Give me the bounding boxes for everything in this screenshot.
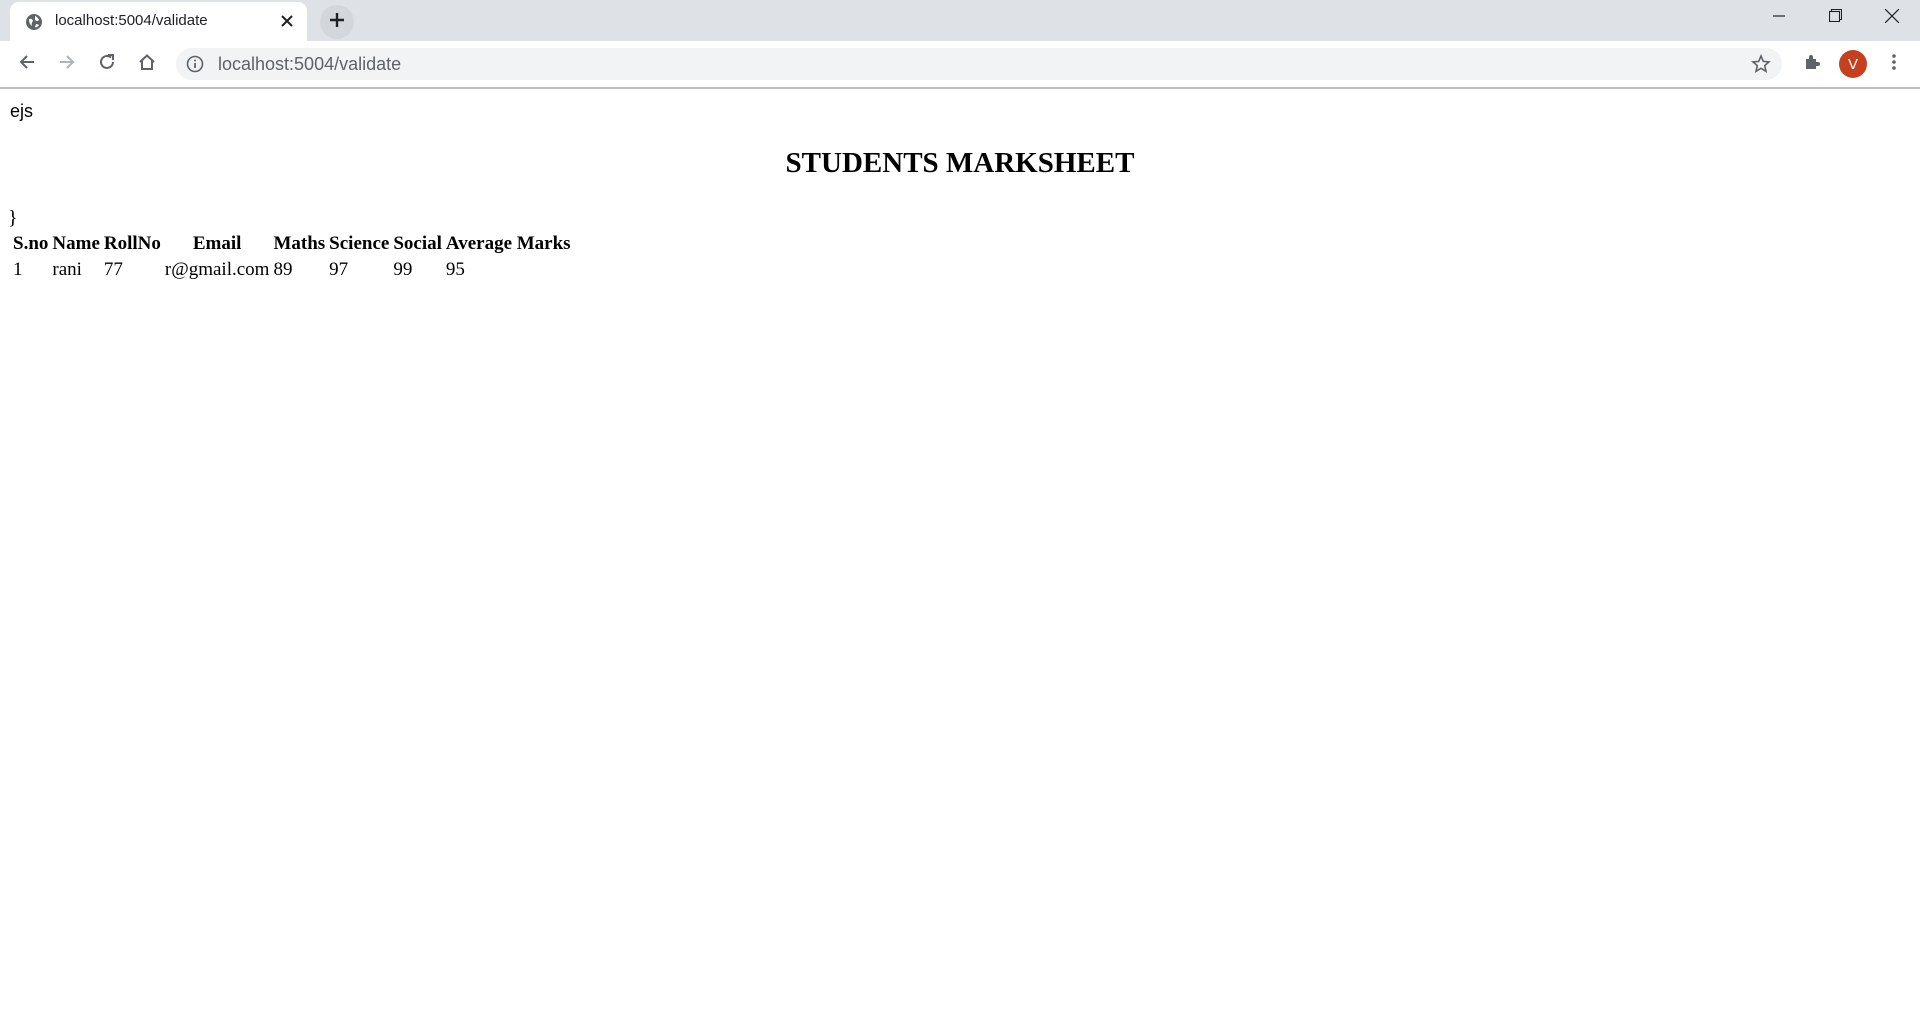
restore-icon (1828, 8, 1843, 27)
page-title: STUDENTS MARKSHEET (785, 147, 1135, 179)
minimize-button[interactable] (1750, 0, 1807, 36)
cell-email: r@gmail.com (164, 259, 270, 280)
column-header: Average Marks (445, 233, 571, 254)
puzzle-icon (1803, 53, 1821, 76)
restore-button[interactable] (1807, 0, 1864, 36)
page-content: ejs STUDENTS MARKSHEET } S.no Name RollN… (0, 89, 1920, 1030)
column-header: Science (329, 233, 390, 254)
column-header: Maths (273, 233, 326, 254)
cell-maths: 89 (273, 259, 293, 280)
tab-strip: localhost:5004/validate (0, 0, 1920, 41)
star-icon[interactable] (1750, 53, 1772, 75)
column-header: Name (52, 233, 100, 254)
plus-icon (329, 12, 345, 33)
browser-menu-button[interactable] (1878, 48, 1910, 80)
stray-brace-text: } (8, 207, 18, 229)
home-icon (138, 53, 156, 76)
column-header: Email (192, 233, 242, 254)
window-close-button[interactable] (1863, 0, 1920, 36)
cell-social: 99 (393, 259, 413, 280)
table-row: 1 rani 77 r@gmail.com 89 97 99 95 (12, 258, 572, 282)
forward-arrow-icon (58, 53, 76, 76)
back-button[interactable] (11, 48, 43, 80)
cell-average-marks: 95 (445, 259, 465, 280)
info-icon[interactable] (186, 55, 204, 73)
browser-toolbar: localhost:5004/validate V (0, 41, 1920, 89)
globe-icon (25, 13, 43, 31)
forward-button[interactable] (51, 48, 83, 80)
cell-science: 97 (329, 259, 349, 280)
extensions-button[interactable] (1796, 48, 1828, 80)
home-button[interactable] (131, 48, 163, 80)
url-text: localhost:5004/validate (218, 54, 402, 74)
reload-button[interactable] (91, 48, 123, 80)
minimize-icon (1772, 9, 1785, 27)
cell-rollno: 77 (103, 259, 123, 280)
column-header: RollNo (103, 233, 161, 254)
address-bar[interactable]: localhost:5004/validate (176, 48, 1782, 80)
close-icon (1884, 8, 1899, 28)
tab-title: localhost:5004/validate (55, 12, 208, 29)
back-arrow-icon (18, 53, 36, 76)
column-header: Social (393, 233, 442, 254)
reload-icon (98, 53, 116, 76)
cell-name: rani (52, 259, 82, 280)
marksheet-table: S.no Name RollNo Email Maths Science Soc… (10, 230, 574, 284)
profile-avatar[interactable]: V (1839, 50, 1867, 78)
table-header-row: S.no Name RollNo Email Maths Science Soc… (12, 232, 572, 256)
ejs-text: ejs (10, 101, 34, 121)
new-tab-button[interactable] (320, 5, 354, 39)
kebab-menu-icon (1891, 53, 1897, 76)
cell-sno: 1 (13, 259, 23, 280)
browser-tab[interactable]: localhost:5004/validate (10, 2, 307, 41)
column-header: S.no (13, 233, 49, 254)
close-icon[interactable] (277, 11, 297, 31)
